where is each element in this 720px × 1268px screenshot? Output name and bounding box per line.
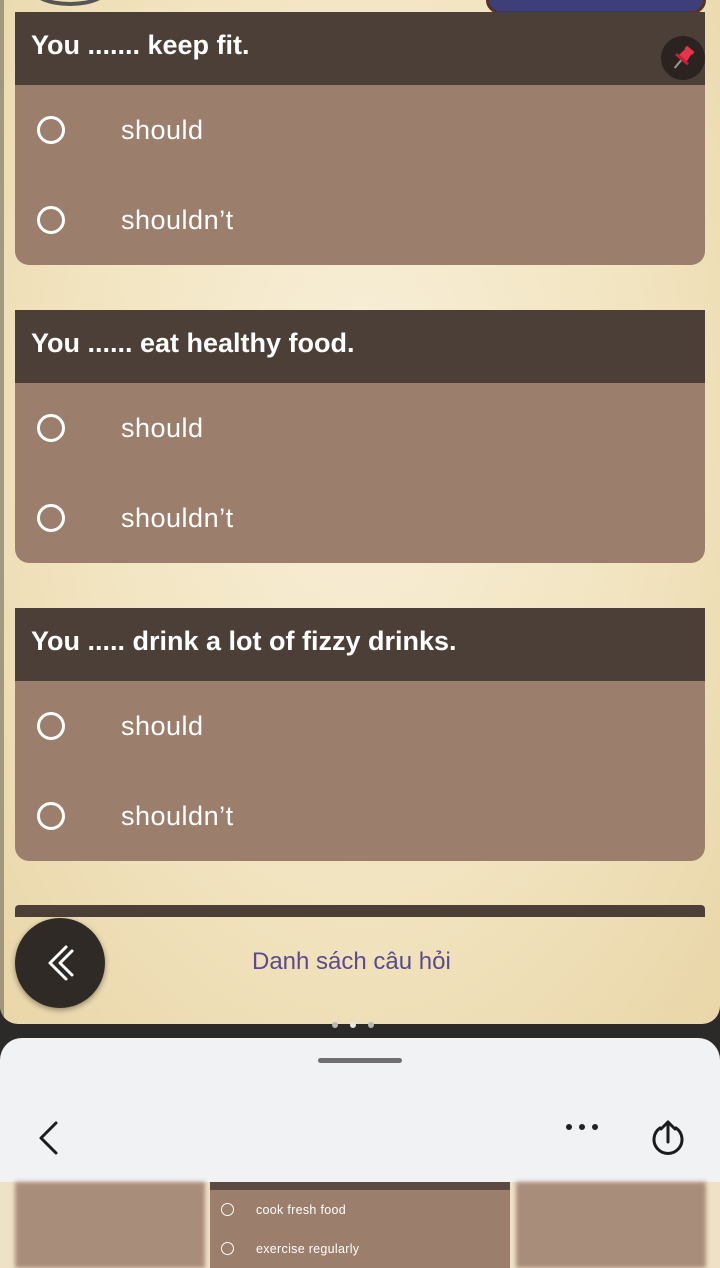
double-chevron-left-icon	[48, 945, 74, 981]
radio-button[interactable]	[37, 712, 65, 740]
question-card-4-partial	[15, 905, 705, 917]
question-header: You ..... drink a lot of fizzy drinks.	[15, 608, 705, 681]
pushpin-icon	[673, 46, 695, 69]
radio-button[interactable]	[37, 414, 65, 442]
preview-card: cook fresh food exercise regularly	[210, 1182, 510, 1268]
share-sheet: cook fresh food exercise regularly	[0, 1038, 720, 1268]
option-shouldnt[interactable]: shouldn’t	[15, 771, 705, 861]
question-header: You ....... keep fit.	[15, 12, 705, 85]
preview-option: exercise regularly	[210, 1229, 510, 1268]
preview-blur-right	[516, 1182, 706, 1268]
question-card-1: You ....... keep fit. should shouldn’t	[15, 12, 705, 265]
option-label: should	[121, 710, 204, 741]
question-text: You ...... eat healthy food.	[31, 328, 355, 358]
question-card-2: You ...... eat healthy food. should shou…	[15, 310, 705, 563]
bottom-bar: Danh sách câu hỏi	[0, 918, 705, 1024]
preview-option-label: exercise regularly	[256, 1241, 360, 1256]
option-shouldnt[interactable]: shouldn’t	[15, 473, 705, 563]
share-button[interactable]	[648, 1118, 688, 1163]
option-label: shouldn’t	[121, 502, 234, 533]
option-label: shouldn’t	[121, 204, 234, 235]
option-label: shouldn’t	[121, 800, 234, 831]
option-should[interactable]: should	[15, 383, 705, 473]
question-card-3: You ..... drink a lot of fizzy drinks. s…	[15, 608, 705, 861]
quiz-screen: You ....... keep fit. should shouldn’t Y…	[0, 0, 720, 1024]
back-button[interactable]	[15, 918, 105, 1008]
option-should[interactable]: should	[15, 681, 705, 771]
preview-radio	[221, 1242, 234, 1255]
preview-option-label: cook fresh food	[256, 1202, 346, 1217]
dot	[592, 1124, 598, 1130]
preview-blur-left	[15, 1182, 205, 1268]
dot	[566, 1124, 572, 1130]
question-list-link[interactable]: Danh sách câu hỏi	[252, 948, 451, 976]
radio-button[interactable]	[37, 116, 65, 144]
more-options-button[interactable]	[566, 1124, 598, 1130]
page-dot	[368, 1022, 374, 1028]
option-label: should	[121, 412, 204, 443]
option-shouldnt[interactable]: shouldn’t	[15, 175, 705, 265]
page-dot-active	[350, 1022, 356, 1028]
grab-handle[interactable]	[318, 1058, 402, 1063]
question-text: You ..... drink a lot of fizzy drinks.	[31, 626, 457, 656]
chevron-left-icon	[39, 1121, 58, 1155]
dot	[579, 1124, 585, 1130]
preview-radio	[221, 1203, 234, 1216]
radio-button[interactable]	[37, 206, 65, 234]
screenshot-preview: cook fresh food exercise regularly	[0, 1182, 720, 1268]
page-dot	[332, 1022, 338, 1028]
question-header: You ...... eat healthy food.	[15, 310, 705, 383]
sheet-back-button[interactable]	[36, 1120, 60, 1161]
option-label: should	[121, 114, 204, 145]
page-indicator	[332, 1022, 374, 1028]
preview-option: cook fresh food	[210, 1190, 510, 1229]
radio-button[interactable]	[37, 504, 65, 532]
question-text: You ....... keep fit.	[31, 30, 250, 60]
share-icon	[652, 1120, 684, 1155]
option-should[interactable]: should	[15, 85, 705, 175]
radio-button[interactable]	[37, 802, 65, 830]
edge-decoration	[0, 0, 4, 1024]
top-decoration-left	[30, 0, 110, 6]
pin-button[interactable]	[661, 36, 705, 80]
